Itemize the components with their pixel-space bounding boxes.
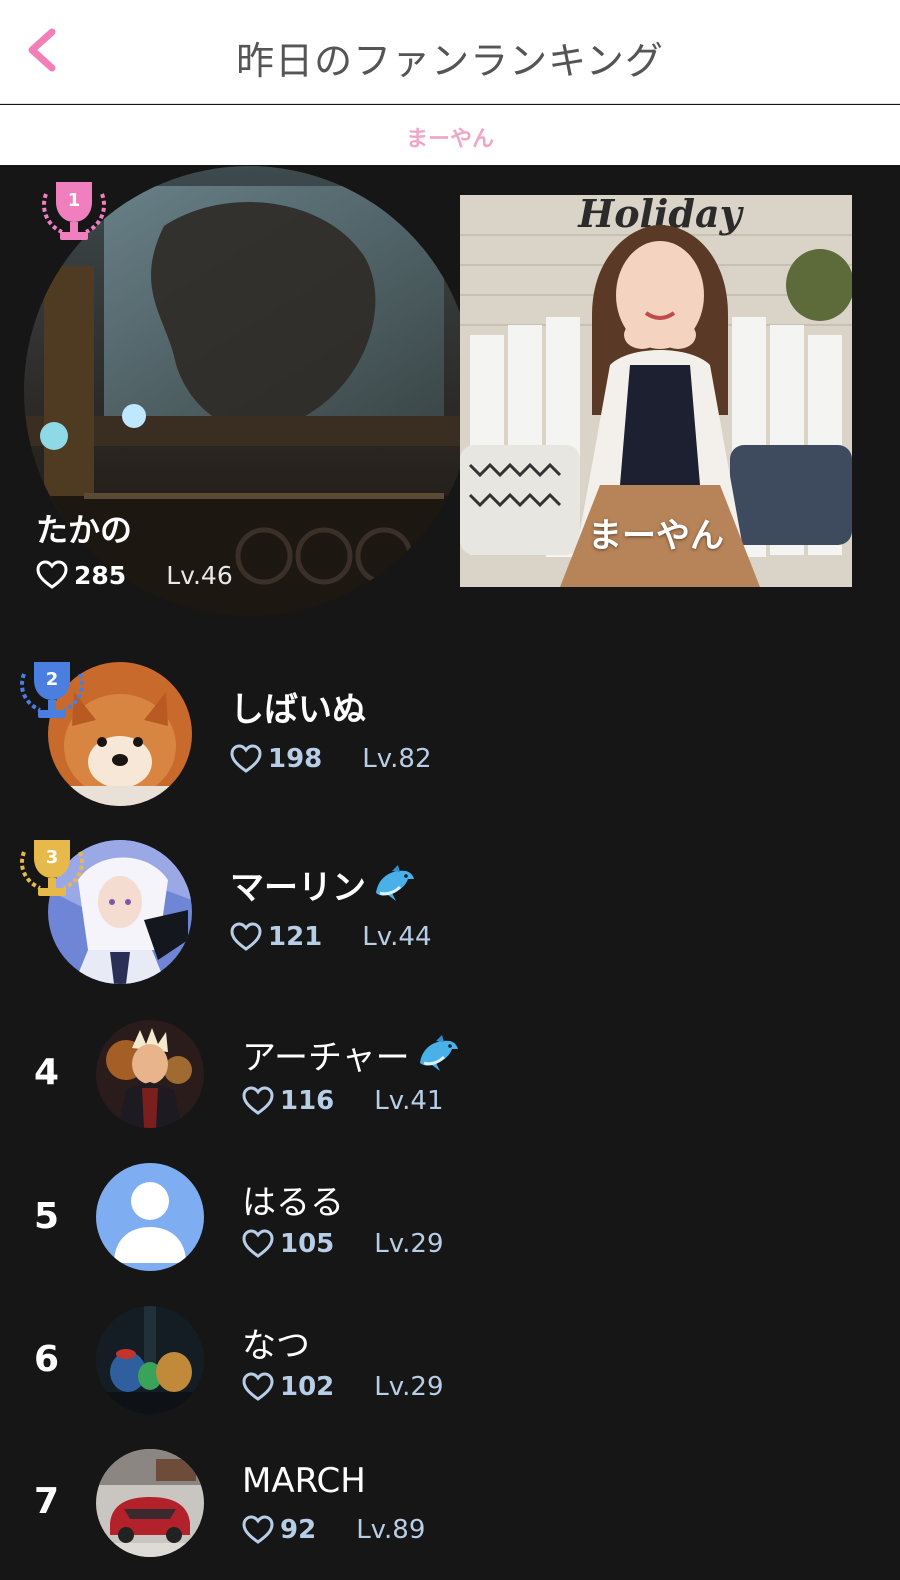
rank-6-avatar[interactable] [96, 1306, 204, 1414]
rank-6-name: なつ [242, 1326, 310, 1366]
dolphin-icon [419, 1035, 458, 1071]
rank-4-name: アーチャー [242, 1038, 410, 1078]
rank-3-number: 3 [46, 847, 59, 868]
heart-icon [242, 1372, 274, 1401]
rank-7-likes: 92 [280, 1515, 317, 1545]
page-title: 昨日のファンランキング [236, 39, 664, 83]
rank-3-trophy-icon: 3 [20, 840, 84, 896]
top-fan-level: Lv.46 [166, 560, 233, 590]
rank-2-level: Lv.82 [362, 744, 432, 774]
streamer-photo[interactable]: Holiday まーやん [460, 195, 852, 587]
rank-2-trophy-icon: 2 [20, 662, 84, 718]
rank-4-avatar[interactable] [96, 1020, 204, 1128]
rank-5-stats: 105 Lv.29 [242, 1229, 443, 1259]
heart-icon [242, 1086, 274, 1115]
rank-3-likes: 121 [268, 922, 323, 952]
rank-2-stats: 198 Lv.82 [230, 744, 431, 774]
heart-icon [230, 922, 262, 951]
rank-4-likes: 116 [280, 1086, 335, 1116]
rank-7-number: 7 [34, 1481, 60, 1522]
streamer-tab-bar: まーやん [0, 105, 900, 165]
rank-4-level: Lv.41 [374, 1086, 444, 1116]
top-fan-stats: 285 Lv.46 [36, 560, 233, 590]
streamer-tab-name[interactable]: まーやん [0, 121, 900, 153]
rank-6-level: Lv.29 [374, 1372, 444, 1402]
rank-1-trophy-icon: 1 [42, 182, 106, 240]
rank-2-likes: 198 [268, 744, 323, 774]
rank-7-level: Lv.89 [356, 1515, 426, 1545]
streamer-name: まーやん [588, 516, 724, 556]
rank-5-level: Lv.29 [374, 1229, 444, 1259]
rank-4-name-row: アーチャー [242, 1030, 460, 1079]
heart-icon [230, 744, 262, 773]
rank-7-name: MARCH [242, 1461, 366, 1501]
top-fan-name: たかの [36, 511, 133, 549]
rank-5-likes: 105 [280, 1229, 335, 1259]
rank-4-stats: 116 Lv.41 [242, 1086, 443, 1116]
rank-3-name-row: マーリン [230, 860, 416, 909]
rank-6-stats: 102 Lv.29 [242, 1372, 443, 1402]
rank-5-name: はるる [242, 1183, 344, 1223]
heart-icon [242, 1229, 274, 1258]
rank-1-number: 1 [68, 190, 81, 211]
default-user-icon [96, 1163, 204, 1271]
heart-icon [36, 560, 68, 589]
rank-5-avatar[interactable] [96, 1163, 204, 1271]
rank-5-number: 5 [34, 1196, 60, 1237]
rank-7-avatar[interactable] [96, 1449, 204, 1557]
rank-4-number: 4 [34, 1052, 60, 1093]
rank-2-name: しばいぬ [230, 690, 366, 730]
rank-3-name: マーリン [230, 868, 366, 908]
rank-3-level: Lv.44 [362, 922, 432, 952]
rank-6-likes: 102 [280, 1372, 335, 1402]
rank-3-stats: 121 Lv.44 [230, 922, 431, 952]
rank-6-number: 6 [34, 1339, 60, 1380]
app-header: 昨日のファンランキング [0, 0, 900, 104]
heart-icon [242, 1515, 274, 1544]
rank-2-number: 2 [46, 669, 59, 690]
top-fan-likes: 285 [74, 560, 127, 590]
rank-7-stats: 92 Lv.89 [242, 1515, 425, 1545]
dolphin-icon [376, 865, 414, 901]
